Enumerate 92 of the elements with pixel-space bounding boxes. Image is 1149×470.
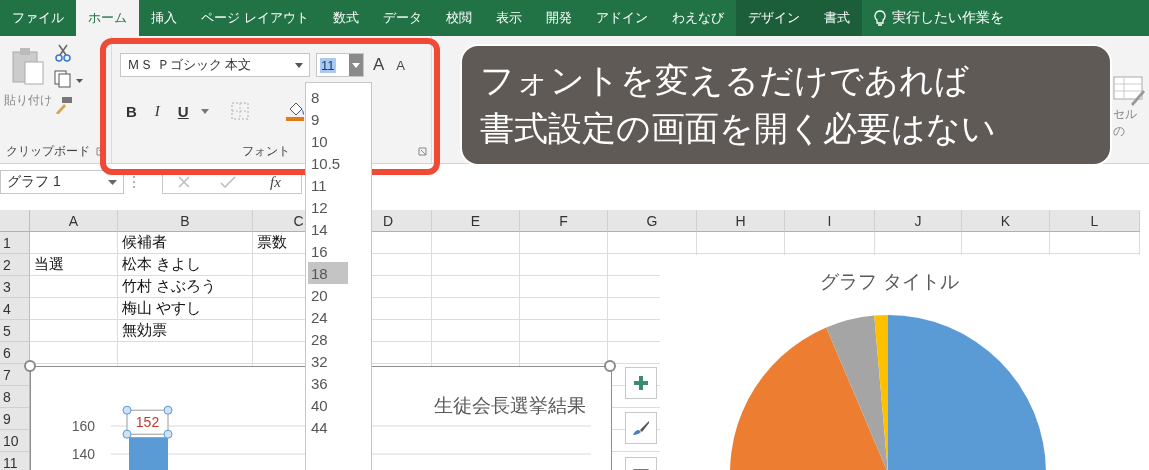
insert-function-button[interactable]: fx (263, 172, 287, 192)
caret-icon (295, 62, 303, 68)
shrink-font-button[interactable]: A (393, 57, 408, 73)
group-label: クリップボード (6, 142, 90, 160)
ribbon-tab[interactable]: 校閲 (433, 0, 484, 36)
select-all-corner[interactable] (0, 210, 30, 232)
row-header[interactable]: 6 (0, 342, 30, 364)
column-header[interactable]: A (30, 210, 118, 232)
cancel-icon[interactable] (177, 175, 192, 189)
font-size-option[interactable]: 8 (308, 86, 348, 108)
row-header[interactable]: 2 (0, 254, 30, 276)
chart-styles-button[interactable] (625, 412, 657, 444)
ribbon-tab[interactable]: わえなび (659, 0, 736, 36)
font-size-option[interactable]: 32 (308, 350, 348, 372)
dialog-launcher-icon[interactable] (418, 146, 427, 156)
font-size-option[interactable]: 40 (308, 394, 348, 416)
grip-icon (132, 175, 136, 189)
font-size-option[interactable]: 9 (308, 108, 348, 130)
column-header[interactable]: F (520, 210, 608, 232)
ribbon-tab[interactable]: データ (370, 0, 434, 36)
row-header[interactable]: 8 (0, 386, 30, 408)
lightbulb-icon (873, 9, 886, 27)
axis-tick-label: 160 (71, 418, 95, 434)
cell-styles-icon[interactable] (1113, 76, 1145, 106)
font-size-option[interactable]: 10.5 (308, 152, 348, 174)
paintbrush-icon (632, 420, 650, 436)
row-header[interactable]: 11 (0, 452, 30, 470)
copy-icon[interactable] (54, 70, 84, 88)
column-header[interactable]: B (118, 210, 253, 232)
name-box[interactable]: グラフ 1 (0, 170, 124, 194)
scissors-icon[interactable] (54, 44, 72, 62)
caret-icon (200, 108, 209, 114)
column-header[interactable]: I (785, 210, 875, 232)
caption-line: フォントを変えるだけであれば (480, 60, 970, 101)
fill-color-icon[interactable] (284, 101, 307, 121)
font-size-option[interactable]: 44 (308, 416, 348, 438)
column-header[interactable]: K (962, 210, 1050, 232)
font-size-option[interactable]: 18 (308, 262, 348, 284)
plus-icon (633, 375, 649, 391)
ribbon-tab[interactable]: 挿入 (139, 0, 189, 36)
column-header[interactable]: G (608, 210, 697, 232)
table-cell: 無効票 (118, 320, 253, 342)
underline-button[interactable]: U (171, 102, 195, 120)
ribbon-tab[interactable]: デザイン (735, 0, 812, 36)
table-cell: 候補者 (118, 232, 253, 254)
table-cell: 当選 (30, 254, 118, 276)
font-size-option[interactable]: 28 (308, 328, 348, 350)
font-size-option[interactable]: 11 (308, 174, 348, 196)
row-header[interactable]: 3 (0, 276, 30, 298)
row-header[interactable]: 9 (0, 408, 30, 430)
axis-tick-label: 140 (71, 446, 95, 462)
caption-line: 書式設定の画面を開く必要はない (480, 108, 997, 149)
table-cell: 松本 きよし (118, 254, 253, 276)
caret-icon (108, 179, 117, 185)
font-size-option[interactable]: 10 (308, 130, 348, 152)
column-header[interactable]: L (1050, 210, 1140, 232)
ribbon-tab[interactable]: 開発 (533, 0, 584, 36)
ribbon-tab[interactable]: 書式 (811, 0, 862, 36)
chart-title[interactable]: グラフ タイトル (820, 271, 959, 292)
font-size-option[interactable]: 24 (308, 306, 348, 328)
clipboard-icon (11, 46, 45, 86)
ribbon-tab[interactable]: ページ レイアウト (189, 0, 321, 36)
row-header[interactable]: 1 (0, 232, 30, 254)
ribbon-tab[interactable]: 表示 (483, 0, 534, 36)
ribbon-tab[interactable]: ホーム (76, 0, 139, 36)
format-painter-icon[interactable] (54, 96, 74, 114)
font-name-field[interactable]: ＭＳ Ｐゴシック 本文 (120, 53, 310, 77)
chart-title[interactable]: 生徒会長選挙結果 (434, 395, 586, 416)
column-header[interactable]: E (432, 210, 520, 232)
font-size-option[interactable]: 20 (308, 284, 348, 306)
chart-elements-button[interactable] (625, 367, 657, 399)
data-label: 152 (135, 414, 160, 431)
caret-icon (352, 62, 360, 68)
bold-button[interactable]: B (120, 102, 143, 120)
checkmark-icon[interactable] (219, 175, 236, 189)
ribbon-tab[interactable]: 数式 (320, 0, 371, 36)
resize-handle[interactable] (604, 360, 616, 372)
table-cell: 梅山 やすし (118, 298, 253, 320)
row-header[interactable]: 5 (0, 320, 30, 342)
row-header[interactable]: 10 (0, 430, 30, 452)
font-size-field[interactable]: 11 (316, 53, 364, 77)
row-header[interactable]: 7 (0, 364, 30, 386)
ribbon-tab[interactable]: ファイル (0, 0, 76, 36)
column-header[interactable]: J (875, 210, 962, 232)
font-size-option[interactable]: 36 (308, 372, 348, 394)
row-header[interactable]: 4 (0, 298, 30, 320)
grow-font-button[interactable]: A (370, 55, 388, 75)
tell-me-search[interactable]: 実行したい作業を (861, 0, 1004, 36)
column-header[interactable]: H (697, 210, 785, 232)
table-cell: 竹村 さぶろう (118, 276, 253, 298)
italic-button[interactable]: I (148, 102, 166, 120)
ribbon-tab[interactable]: アドイン (583, 0, 660, 36)
